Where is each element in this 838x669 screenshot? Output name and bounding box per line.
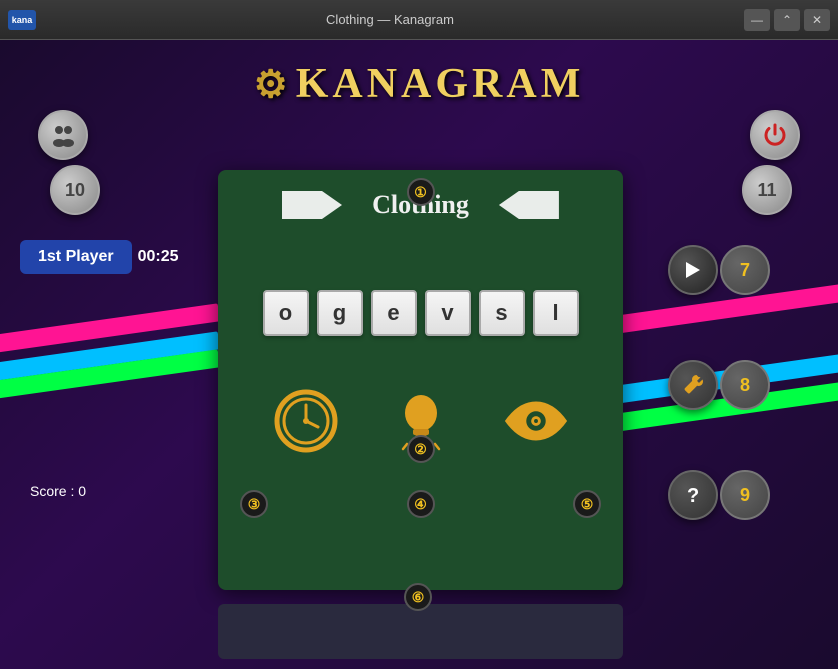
help-badge: 9 xyxy=(720,470,770,520)
svg-text:?: ? xyxy=(687,485,699,507)
next-badge: 7 xyxy=(720,245,770,295)
titlebar: kana Clothing — Kanagram — ⌃ ✕ xyxy=(0,0,838,40)
answer-input-area[interactable] xyxy=(218,604,623,659)
titlebar-controls: — ⌃ ✕ xyxy=(744,9,830,31)
letters-area: ogevsl xyxy=(218,290,623,336)
badge-nav: ① xyxy=(407,178,435,206)
letter-tile[interactable]: g xyxy=(317,290,363,336)
badge-reveal: ⑤ xyxy=(573,490,601,518)
badge-input: ⑥ xyxy=(404,583,432,611)
level-button[interactable]: 11 xyxy=(742,165,792,215)
letter-tile[interactable]: v xyxy=(425,290,471,336)
help-button[interactable]: ? xyxy=(668,470,718,520)
reveal-button[interactable] xyxy=(501,386,571,456)
titlebar-left: kana xyxy=(8,10,36,30)
hint-count-label: 10 xyxy=(65,180,85,201)
maximize-button[interactable]: ⌃ xyxy=(774,9,800,31)
game-area: ⚙ KANAGRAM 10 11 1st Player 00:25 Score … xyxy=(0,40,838,669)
hint-count-button[interactable]: 10 xyxy=(50,165,100,215)
help-badge-label: 9 xyxy=(740,485,750,506)
timer-button[interactable] xyxy=(271,386,341,456)
minimize-button[interactable]: — xyxy=(744,9,770,31)
close-button[interactable]: ✕ xyxy=(804,9,830,31)
gear-icon: ⚙ xyxy=(254,62,292,107)
next-category-button[interactable] xyxy=(499,191,559,219)
badge-clock: ③ xyxy=(240,490,268,518)
players-button[interactable] xyxy=(38,110,88,160)
logo-text: KANAGRAM xyxy=(296,60,585,108)
settings-badge: 8 xyxy=(720,360,770,410)
settings-badge-label: 8 xyxy=(740,375,750,396)
player-info: 1st Player 00:25 xyxy=(20,240,179,274)
badge-hint: ④ xyxy=(407,490,435,518)
prev-category-button[interactable] xyxy=(282,191,342,219)
power-button[interactable] xyxy=(750,110,800,160)
game-panel: ① Clothing ② ogevsl xyxy=(218,170,623,590)
letter-tile[interactable]: l xyxy=(533,290,579,336)
letter-tile[interactable]: e xyxy=(371,290,417,336)
badge-letters: ② xyxy=(407,435,435,463)
settings-button[interactable] xyxy=(668,360,718,410)
app-logo: kana xyxy=(8,10,36,30)
letter-tile[interactable]: s xyxy=(479,290,525,336)
logo: ⚙ KANAGRAM xyxy=(254,60,585,108)
titlebar-title: Clothing — Kanagram xyxy=(326,12,454,27)
letter-tile[interactable]: o xyxy=(263,290,309,336)
next-button[interactable] xyxy=(668,245,718,295)
score-display: Score : 0 xyxy=(30,483,86,499)
level-label: 11 xyxy=(757,180,776,201)
player-timer: 00:25 xyxy=(138,248,179,266)
stripe-pink-right xyxy=(598,282,838,336)
next-badge-label: 7 xyxy=(740,260,750,281)
player-name: 1st Player xyxy=(20,240,132,274)
